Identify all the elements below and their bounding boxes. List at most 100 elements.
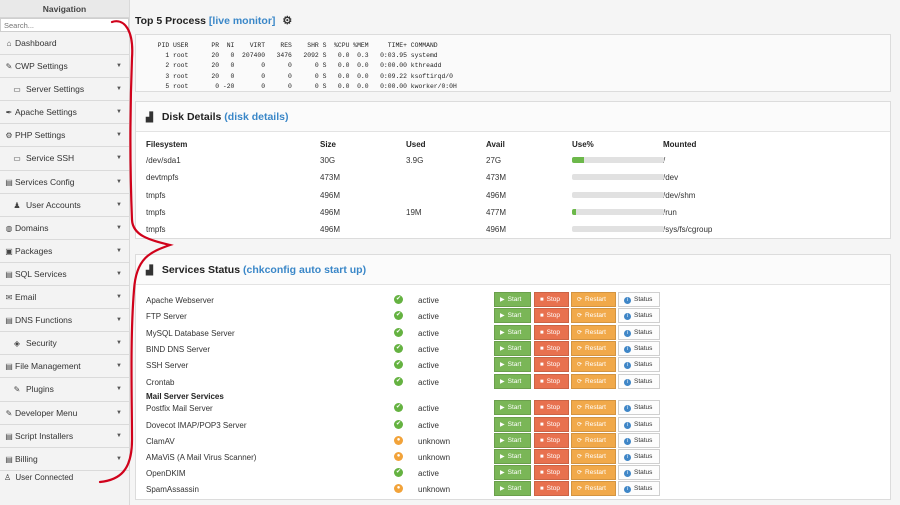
disk-cell-size: 473M bbox=[320, 173, 341, 183]
stop-button[interactable]: ■ Stop bbox=[534, 357, 569, 373]
info-icon: i bbox=[624, 345, 631, 353]
start-button[interactable]: ▶ Start bbox=[494, 324, 531, 340]
status-button[interactable]: i Status bbox=[618, 357, 660, 373]
status-button[interactable]: i Status bbox=[618, 340, 660, 356]
sidebar-item-developer-menu[interactable]: ✎ Developer Menu ▼ bbox=[0, 401, 129, 425]
sidebar-item-label: Billing bbox=[15, 453, 38, 464]
disk-details-link[interactable]: (disk details) bbox=[224, 111, 288, 123]
restart-button[interactable]: ⟳ Restart bbox=[571, 432, 616, 448]
sidebar-item-label: Security bbox=[26, 338, 57, 349]
sidebar-item-security[interactable]: ◈ Security ▼ bbox=[0, 332, 129, 356]
stop-button[interactable]: ■ Stop bbox=[534, 416, 569, 432]
sidebar-item-label: Services Config bbox=[15, 176, 75, 187]
start-button[interactable]: ▶ Start bbox=[494, 357, 531, 373]
status-button[interactable]: i Status bbox=[618, 308, 660, 324]
col-use-percent: Use% bbox=[572, 140, 594, 149]
status-button[interactable]: i Status bbox=[618, 400, 660, 416]
status-button[interactable]: i Status bbox=[618, 448, 660, 464]
status-button[interactable]: i Status bbox=[618, 432, 660, 448]
service-name: OpenDKIM bbox=[146, 469, 186, 479]
search-input[interactable] bbox=[0, 18, 129, 32]
start-button[interactable]: ▶ Start bbox=[494, 340, 531, 356]
restart-button[interactable]: ⟳ Restart bbox=[571, 465, 616, 481]
sidebar-item-email[interactable]: ✉ Email ▼ bbox=[0, 286, 129, 310]
stop-button[interactable]: ■ Stop bbox=[534, 400, 569, 416]
disk-panel: ▟ Disk Details (disk details) Filesystem… bbox=[135, 101, 891, 239]
start-button[interactable]: ▶ Start bbox=[494, 432, 531, 448]
restart-button-label: Restart bbox=[585, 328, 606, 336]
status-button[interactable]: i Status bbox=[618, 416, 660, 432]
disk-cell-size: 496M bbox=[320, 225, 341, 235]
service-status-text: active bbox=[418, 312, 439, 322]
stop-button[interactable]: ■ Stop bbox=[534, 432, 569, 448]
sidebar-item-apache-settings[interactable]: ✒ Apache Settings ▼ bbox=[0, 101, 129, 125]
service-status-text: unknown bbox=[418, 436, 451, 446]
stop-button[interactable]: ■ Stop bbox=[534, 340, 569, 356]
caret-down-icon: ▼ bbox=[116, 294, 122, 301]
sidebar-item-cwp-settings[interactable]: ✎ CWP Settings ▼ bbox=[0, 55, 129, 79]
start-button[interactable]: ▶ Start bbox=[494, 448, 531, 464]
restart-button[interactable]: ⟳ Restart bbox=[571, 324, 616, 340]
chkconfig-link[interactable]: (chkconfig auto start up) bbox=[243, 264, 366, 276]
sidebar-item-script-installers[interactable]: ▤ Script Installers ▼ bbox=[0, 424, 129, 448]
start-button[interactable]: ▶ Start bbox=[494, 465, 531, 481]
services-header: ▟ Services Status (chkconfig auto start … bbox=[136, 255, 890, 285]
status-button[interactable]: i Status bbox=[618, 324, 660, 340]
sidebar-item-services-config[interactable]: ▤ Services Config ▼ bbox=[0, 170, 129, 194]
sidebar-item-sql-services[interactable]: ▤ SQL Services ▼ bbox=[0, 262, 129, 287]
restart-button[interactable]: ⟳ Restart bbox=[571, 416, 616, 432]
live-monitor-link[interactable]: [live monitor] bbox=[209, 15, 276, 27]
restart-button[interactable]: ⟳ Restart bbox=[571, 400, 616, 416]
sidebar-item-packages[interactable]: ▣ Packages ▼ bbox=[0, 239, 129, 263]
start-button[interactable]: ▶ Start bbox=[494, 400, 531, 416]
stop-button-label: Stop bbox=[546, 361, 560, 369]
gear-icon: ⚙ bbox=[5, 131, 13, 141]
sidebar-item-file-management[interactable]: ▤ File Management ▼ bbox=[0, 355, 129, 379]
sidebar-item-label: File Management bbox=[15, 361, 81, 372]
sidebar-item-user-accounts[interactable]: ♟ User Accounts ▼ bbox=[0, 193, 129, 217]
caret-down-icon: ▼ bbox=[116, 317, 122, 324]
restart-button[interactable]: ⟳ Restart bbox=[571, 357, 616, 373]
status-button[interactable]: i Status bbox=[618, 292, 660, 307]
server-icon: ▭ bbox=[13, 85, 21, 95]
start-button[interactable]: ▶ Start bbox=[494, 292, 531, 307]
stop-button[interactable]: ■ Stop bbox=[534, 373, 569, 389]
sidebar-item-plugins[interactable]: ✎ Plugins ▼ bbox=[0, 378, 129, 402]
sidebar-item-domains[interactable]: ◍ Domains ▼ bbox=[0, 216, 129, 240]
start-button[interactable]: ▶ Start bbox=[494, 308, 531, 324]
process-header-row: PID USER PR NI VIRT RES SHR S %CPU %MEM … bbox=[150, 42, 438, 49]
sidebar-item-service-ssh[interactable]: ▭ Service SSH ▼ bbox=[0, 147, 129, 171]
status-button[interactable]: i Status bbox=[618, 465, 660, 481]
sidebar-item-dashboard[interactable]: ⌂ Dashboard bbox=[0, 32, 129, 56]
status-button[interactable]: i Status bbox=[618, 481, 660, 497]
sidebar-item-billing[interactable]: ▤ Billing ▼ bbox=[0, 447, 129, 471]
sidebar-item-dns-functions[interactable]: ▤ DNS Functions ▼ bbox=[0, 309, 129, 333]
gear-icon[interactable]: ⚙ bbox=[282, 15, 292, 27]
start-button-label: Start bbox=[507, 377, 522, 385]
disk-cell-mounted: /dev/shm bbox=[663, 190, 696, 200]
stop-button[interactable]: ■ Stop bbox=[534, 324, 569, 340]
sidebar-item-php-settings[interactable]: ⚙ PHP Settings ▼ bbox=[0, 124, 129, 148]
start-button[interactable]: ▶ Start bbox=[494, 481, 531, 497]
restart-button[interactable]: ⟳ Restart bbox=[571, 308, 616, 324]
status-button-label: Status bbox=[634, 420, 653, 428]
status-button[interactable]: i Status bbox=[618, 373, 660, 389]
restart-button[interactable]: ⟳ Restart bbox=[571, 292, 616, 307]
stop-button[interactable]: ■ Stop bbox=[534, 481, 569, 497]
status-button-label: Status bbox=[634, 404, 653, 412]
restart-button[interactable]: ⟳ Restart bbox=[571, 340, 616, 356]
stop-button[interactable]: ■ Stop bbox=[534, 465, 569, 481]
stop-button[interactable]: ■ Stop bbox=[534, 292, 569, 307]
stop-button[interactable]: ■ Stop bbox=[534, 448, 569, 464]
user-connected-icon: ♙ bbox=[4, 472, 12, 482]
status-button-label: Status bbox=[634, 377, 653, 385]
restart-button[interactable]: ⟳ Restart bbox=[571, 448, 616, 464]
start-button[interactable]: ▶ Start bbox=[494, 416, 531, 432]
start-button[interactable]: ▶ Start bbox=[494, 373, 531, 389]
stop-button[interactable]: ■ Stop bbox=[534, 308, 569, 324]
restart-button[interactable]: ⟳ Restart bbox=[571, 481, 616, 497]
sidebar-item-server-settings[interactable]: ▭ Server Settings ▼ bbox=[0, 78, 129, 102]
services-panel: ▟ Services Status (chkconfig auto start … bbox=[135, 254, 891, 500]
restart-button[interactable]: ⟳ Restart bbox=[571, 373, 616, 389]
package-icon: ▣ bbox=[5, 246, 13, 256]
